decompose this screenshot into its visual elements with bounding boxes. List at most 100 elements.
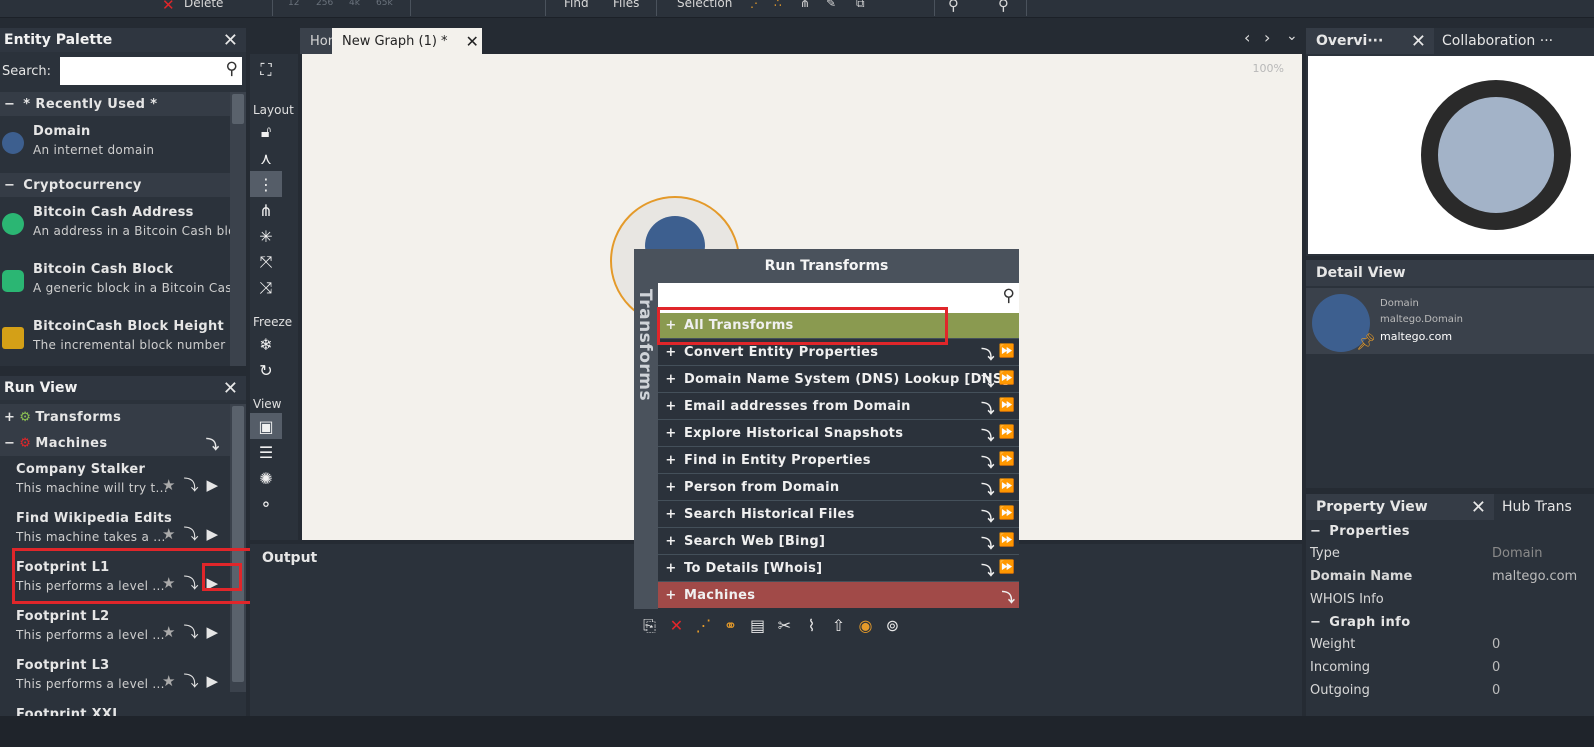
tab-property-view[interactable]: Property View ✕ [1306,494,1494,520]
run-all-icon[interactable]: ⏩ [999,560,1016,579]
collapse-icon[interactable]: − [1310,615,1321,630]
entity-item-bitcoin-cash-block[interactable]: Bitcoin Cash Block A generic block in a … [0,254,230,311]
prop-row[interactable]: WHOIS Info [1306,588,1594,611]
view-main-icon[interactable]: ▣ [250,413,282,439]
expand-icon[interactable]: + [658,534,684,549]
delete-icon[interactable]: ✕ [663,613,690,639]
zoom-fit-icon[interactable]: ⚲ [998,0,1009,14]
expand-icon[interactable]: + [658,480,684,495]
zoom-search-icon[interactable]: ⚲ [948,0,959,14]
star-icon[interactable]: ★ [162,525,175,543]
entity-item-domain[interactable]: Domain An internet domain [0,116,230,173]
close-icon[interactable]: ✕ [1471,497,1486,518]
star-icon[interactable]: ★ [162,476,175,494]
group-cryptocurrency[interactable]: − Cryptocurrency [0,173,230,197]
run-all-icon[interactable]: ⏩ [999,479,1016,498]
run-icon[interactable]: ⤵ [981,371,994,390]
prop-row[interactable]: Domain Name maltego.com [1306,565,1594,588]
layout-block-icon[interactable]: ⋏ [250,145,282,171]
close-icon[interactable]: ✕ [223,378,238,399]
run-icon[interactable]: ⤵ [981,398,994,417]
run-icon[interactable]: ⤵ [981,506,994,525]
expand-icon[interactable]: + [658,453,684,468]
run-all-icon[interactable]: ⏩ [999,344,1016,363]
overview-canvas[interactable] [1308,56,1594,254]
collapse-icon[interactable]: − [4,178,15,193]
delete-icon[interactable]: ✕ [162,0,175,14]
selection-button[interactable]: Selection [677,0,732,10]
tab-hub-transforms[interactable]: Hub Trans [1494,499,1572,515]
run-all-icon[interactable]: ⏩ [999,425,1016,444]
expand-icon[interactable]: + [658,426,684,441]
run-icon[interactable]: ⤵ [1002,587,1015,606]
select-children-icon[interactable]: ∴ [774,0,782,10]
tab-next-icon[interactable]: › [1264,28,1270,47]
entity-item-bitcoincash-block-height[interactable]: BitcoinCash Block Height The incremental… [0,311,230,366]
layout-interactive-icon[interactable]: ⤨ [250,275,282,301]
select-neighbors-icon[interactable]: ⋰ [750,0,762,10]
delete-button[interactable]: Delete [184,0,223,10]
machines-row[interactable]: + Machines ⤵ [658,582,1019,608]
entity-search-input[interactable]: ⚲ [60,57,242,85]
collapse-icon[interactable]: − [4,436,15,451]
layout-tree-icon[interactable]: ⋔ [250,197,282,223]
star-icon[interactable]: ★ [162,672,175,690]
run-all-icon[interactable]: ⏩ [999,506,1016,525]
expand-icon[interactable]: + [658,588,684,603]
layout-organic-icon[interactable]: ✳ [250,223,282,249]
tab-list-icon[interactable]: ⌄ [1286,28,1298,44]
expand-icon[interactable]: + [658,372,684,387]
run-icon[interactable]: ⤵ [981,533,994,552]
select-leaves-icon[interactable]: ✎ [826,0,836,10]
expand-icon[interactable]: + [658,561,684,576]
properties-section[interactable]: − Properties [1306,520,1594,542]
run-all-icon[interactable]: ⏩ [999,398,1016,417]
tab-new-graph[interactable]: New Graph (1) * ✕ [332,28,482,54]
transform-row[interactable]: + Search Web [Bing] ⤵ ⏩ [658,528,1019,555]
tab-collaboration[interactable]: Collaboration ··· [1434,33,1553,49]
run-all-icon[interactable]: ⏩ [999,371,1016,390]
select-parents-icon[interactable]: ⋔ [800,0,810,10]
graph-info-section[interactable]: − Graph info [1306,611,1594,633]
layout-hierarchical-icon[interactable]: ⋮ [250,171,282,197]
scroll-thumb[interactable] [232,406,244,682]
play-icon[interactable]: ▶ [206,476,218,494]
transform-row[interactable]: + Find in Entity Properties ⤵ ⏩ [658,447,1019,474]
search-icon[interactable]: ⚲ [226,59,238,79]
run-all-icon[interactable]: ⏩ [999,533,1016,552]
scroll-thumb[interactable] [232,94,244,124]
lock-icon[interactable]: 🔓︎ [250,119,282,145]
fit-view-icon[interactable]: ⛶ [250,57,282,83]
entity-item-bitcoin-cash-address[interactable]: Bitcoin Cash Address An address in a Bit… [0,197,230,254]
close-tab-icon[interactable]: ✕ [466,32,479,51]
merge-icon[interactable]: ⚭ [717,613,744,639]
transform-row[interactable]: + Email addresses from Domain ⤵ ⏩ [658,393,1019,420]
run-all-icon[interactable]: ⏩ [999,452,1016,471]
files-button[interactable]: Files [613,0,639,10]
entity-scrollbar[interactable] [230,92,246,366]
expand-icon[interactable]: + [658,345,684,360]
run-icon[interactable]: ⤵ [981,560,994,579]
star-icon[interactable]: ★ [162,623,175,641]
run-icon[interactable]: ⤵ [183,523,198,544]
view-entity-icon[interactable]: ⚬ [250,491,282,517]
find-button[interactable]: Find [564,0,589,10]
run-group-transforms[interactable]: + ⚙ Transforms [0,404,230,430]
pin-icon[interactable]: ⊚ [879,613,906,639]
machine-item[interactable]: Footprint XXL [0,701,230,716]
run-icon[interactable]: ⤵ [183,670,198,691]
machine-item[interactable]: Company Stalker This machine will try t.… [0,456,230,505]
run-icon[interactable]: ⤵ [183,621,198,642]
copy-to-new-graph-icon[interactable]: ⎘ [636,613,663,639]
tab-overview[interactable]: Overvi··· ✕ [1306,28,1434,54]
invert-selection-icon[interactable]: ⧉ [856,0,865,11]
run-group-machines[interactable]: − ⚙ Machines ⤵ [0,430,230,456]
run-icon[interactable]: ⤵ [183,474,198,495]
change-type-icon[interactable]: ⇧ [825,613,852,639]
play-icon[interactable]: ▶ [206,525,218,543]
run-icon[interactable]: ⤵ [981,425,994,444]
run-icon[interactable]: ⤵ [981,452,994,471]
refresh-icon[interactable]: ↻ [250,357,282,383]
machine-item[interactable]: Find Wikipedia Edits This machine takes … [0,505,230,554]
attach-icon[interactable]: ⌇ [798,613,825,639]
